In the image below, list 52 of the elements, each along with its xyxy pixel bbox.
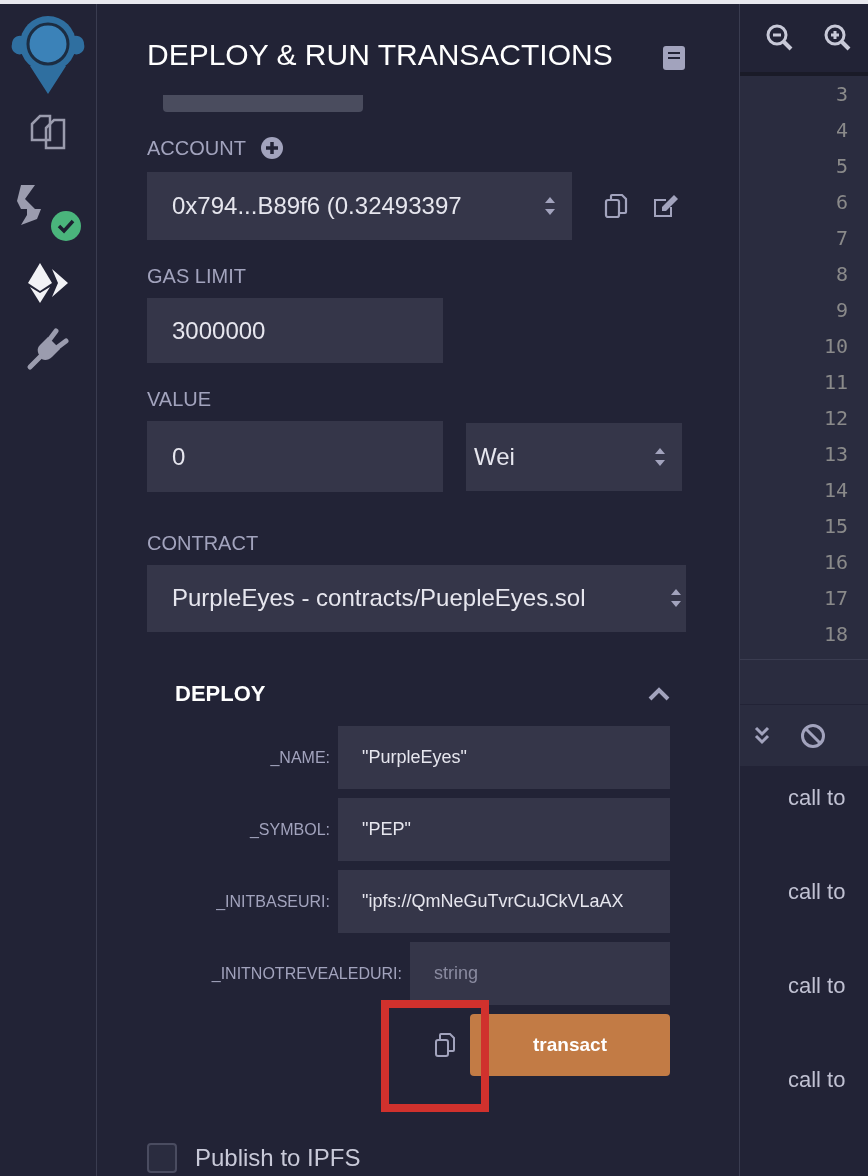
parameter-field[interactable]: "PEP" xyxy=(338,798,670,861)
line-number: 13 xyxy=(823,441,848,468)
copy-icon[interactable] xyxy=(604,193,628,220)
line-number: 7 xyxy=(835,225,848,252)
checkbox[interactable] xyxy=(147,1143,177,1173)
value-field[interactable]: 0 xyxy=(147,421,443,493)
line-number: 15 xyxy=(823,513,848,540)
contract-select[interactable]: PurpleEyes - contracts/PuepleEyes.sol xyxy=(147,565,686,632)
chevrons-down-icon[interactable] xyxy=(754,725,770,746)
line-number: 9 xyxy=(835,297,848,324)
checkbox-label: Publish to IPFS xyxy=(195,1143,361,1173)
account-label: ACCOUNT xyxy=(147,136,246,161)
line-number: 5 xyxy=(835,153,848,180)
value-label: VALUE xyxy=(147,387,213,412)
parameter-label: _SYMBOL: xyxy=(249,819,330,840)
parameter-field[interactable]: "PurpleEyes" xyxy=(338,726,670,789)
panel-title: DEPLOY & RUN TRANSACTIONS xyxy=(147,37,613,73)
line-number: 18 xyxy=(823,621,848,648)
line-number: 8 xyxy=(835,261,848,288)
terminal-line: call to xyxy=(788,880,847,904)
gas-limit-field[interactable]: 3000000 xyxy=(147,298,443,364)
terminal-line: call to xyxy=(788,1068,847,1092)
edit-icon[interactable] xyxy=(652,193,680,220)
gas-limit-label: GAS LIMIT xyxy=(147,264,247,289)
line-number: 14 xyxy=(823,477,848,504)
plug-icon[interactable] xyxy=(26,327,70,371)
line-number: 11 xyxy=(823,369,848,396)
line-number: 12 xyxy=(823,405,848,432)
ban-icon[interactable] xyxy=(800,722,826,749)
terminal-line: call to xyxy=(788,974,847,998)
line-number: 10 xyxy=(823,333,848,360)
zoom-out-icon[interactable] xyxy=(766,24,794,52)
terminal-line: call to xyxy=(788,786,847,810)
parameter-label: _INITBASEURI: xyxy=(216,891,330,912)
line-number: 6 xyxy=(835,189,848,216)
zoom-in-icon[interactable] xyxy=(824,24,852,52)
book-icon[interactable] xyxy=(662,45,686,71)
unit-select[interactable]: Wei xyxy=(466,423,682,492)
line-number: 16 xyxy=(823,549,848,576)
add-icon[interactable] xyxy=(259,136,284,161)
line-number: 17 xyxy=(823,585,848,612)
deploy-heading: DEPLOY xyxy=(175,680,266,709)
parameter-label: _NAME: xyxy=(270,747,330,768)
account-select[interactable]: 0x794...B89f6 (0.32493397 xyxy=(147,172,572,241)
parameter-field[interactable]: string xyxy=(410,942,670,1005)
chevron-up-icon[interactable] xyxy=(648,686,670,701)
copy-icon[interactable] xyxy=(434,1032,456,1058)
parameter-field[interactable]: "ipfs://QmNeGuTvrCuJCkVLaAX xyxy=(338,870,670,933)
line-number: 4 xyxy=(835,117,848,144)
contract-label: CONTRACT xyxy=(147,531,260,556)
parameter-label: _INITNOTREVEALEDURI: xyxy=(211,963,402,984)
line-number: 3 xyxy=(835,81,848,108)
